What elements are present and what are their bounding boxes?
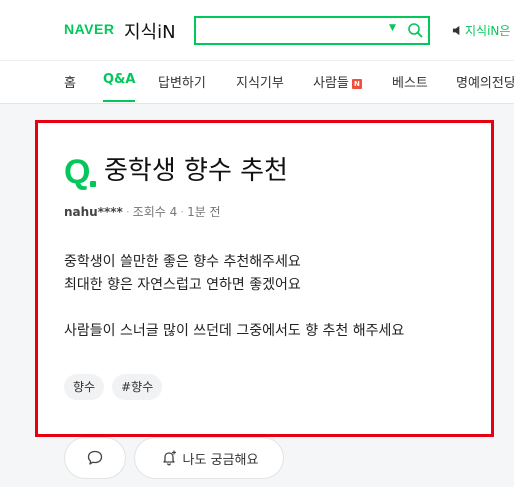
body-line: 최대한 향은 자연스럽고 연하면 좋겠어요 <box>64 277 301 293</box>
tab-hall-of-fame[interactable]: 명예의전당 <box>456 72 514 91</box>
jisikin-logo[interactable]: 지식iN <box>124 18 176 44</box>
question-mark-icon: Q <box>64 153 91 191</box>
search-icon[interactable] <box>407 22 423 38</box>
post-time: 1분 전 <box>187 205 221 219</box>
tag-chip[interactable]: 향수 <box>64 374 105 400</box>
comment-icon <box>87 450 103 465</box>
tab-people[interactable]: 사람들 N <box>313 72 362 91</box>
comment-button[interactable] <box>64 437 126 479</box>
meta-separator: · <box>125 205 130 219</box>
tab-people-label: 사람들 <box>313 76 349 91</box>
me-too-curious-label: 나도 궁금해요 <box>182 452 259 468</box>
new-badge: N <box>351 79 362 89</box>
me-too-curious-button[interactable]: 나도 궁금해요 <box>134 437 284 479</box>
bell-plus-icon <box>162 450 176 466</box>
tab-donate[interactable]: 지식기부 <box>236 72 284 91</box>
tag-list: 향수 #향수 <box>64 374 163 400</box>
service-info-link[interactable]: 지식iN은 <box>452 22 510 38</box>
body-line: 사람들이 스너글 많이 쓰던데 그중에서도 향 추천 해주세요 <box>64 323 405 339</box>
question-mark-dot <box>90 181 96 187</box>
author-name[interactable]: nahu**** <box>64 205 123 219</box>
search-input[interactable] <box>202 21 382 41</box>
question-card: Q 중학생 향수 추천 nahu**** · 조회수 4 · 1분 전 중학생이 쓸만한… <box>38 123 492 437</box>
top-header: NAVER 지식iN ▼ 지식iN은 <box>0 0 514 60</box>
body-line: 중학생이 쓸만한 좋은 향수 추천해주세요 <box>64 254 301 270</box>
meta-separator: · <box>180 205 185 219</box>
naver-logo[interactable]: NAVER <box>64 21 114 37</box>
tab-qna[interactable]: Q&A <box>103 72 136 102</box>
tab-best[interactable]: 베스트 <box>392 72 428 91</box>
speaker-icon <box>452 25 460 35</box>
question-body: 중학생이 쓸만한 좋은 향수 추천해주세요 최대한 향은 자연스럽고 연하면 좋… <box>64 251 484 343</box>
main-nav: 홈 Q&A 답변하기 지식기부 사람들 N 베스트 명예의전당 <box>0 60 514 104</box>
question-title: 중학생 향수 추천 <box>104 156 288 186</box>
question-meta: nahu**** · 조회수 4 · 1분 전 <box>64 203 221 220</box>
service-info-label: 지식iN은 <box>465 23 511 38</box>
body-line <box>64 297 484 320</box>
view-count: 조회수 4 <box>132 205 178 219</box>
search-box: ▼ <box>194 16 430 45</box>
chevron-down-icon[interactable]: ▼ <box>389 23 396 33</box>
tab-answer[interactable]: 답변하기 <box>158 72 206 91</box>
tag-chip[interactable]: #향수 <box>112 374 163 400</box>
tab-home[interactable]: 홈 <box>64 72 76 91</box>
